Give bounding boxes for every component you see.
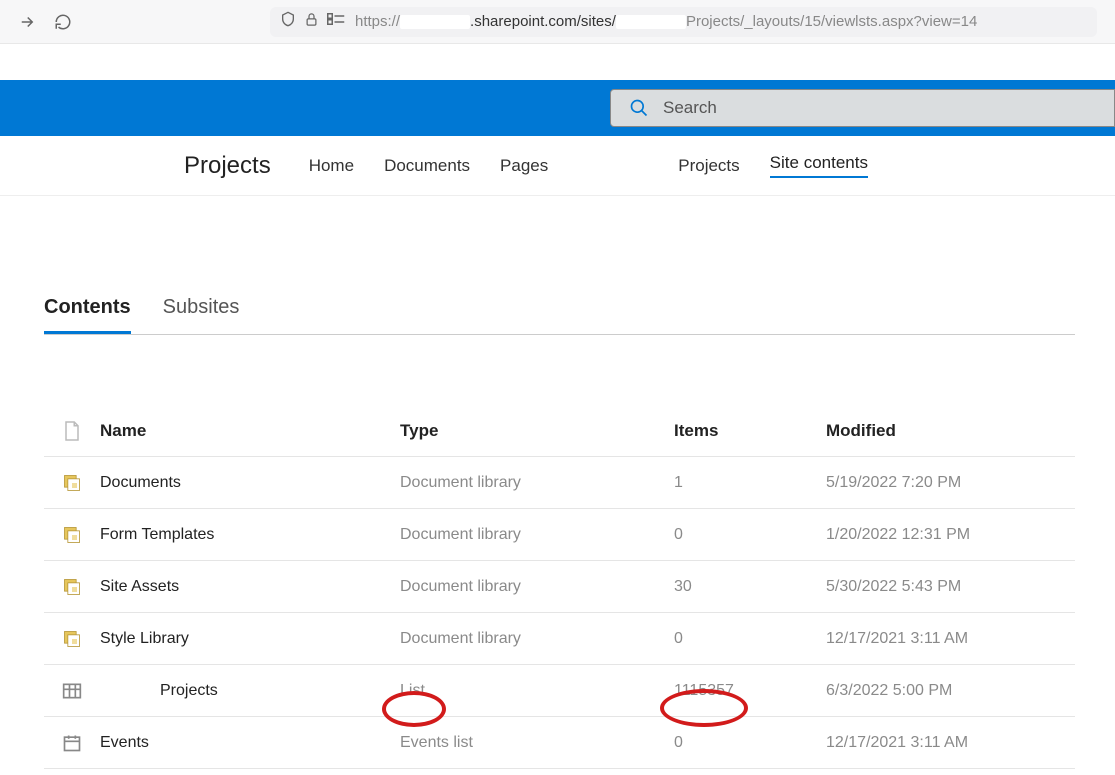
cell-modified: 6/3/2022 5:00 PM bbox=[826, 682, 1075, 700]
table-row[interactable]: ProjectsList11153576/3/2022 5:00 PM bbox=[44, 665, 1075, 717]
cell-items: 0 bbox=[674, 630, 826, 648]
cell-modified: 5/30/2022 5:43 PM bbox=[826, 578, 1075, 596]
address-bar-icons bbox=[280, 11, 345, 32]
cell-items: 1 bbox=[674, 474, 826, 492]
cell-name[interactable]: Projects bbox=[100, 682, 400, 700]
cell-type: Document library bbox=[400, 474, 674, 492]
table-header-row: Name Type Items Modified bbox=[44, 405, 1075, 457]
content-tabs: Contents Subsites bbox=[44, 296, 1075, 335]
reload-icon[interactable] bbox=[54, 13, 72, 31]
library-icon bbox=[44, 629, 100, 649]
tab-contents[interactable]: Contents bbox=[44, 296, 131, 334]
site-contents-table: Name Type Items Modified DocumentsDocume… bbox=[44, 405, 1075, 769]
cell-items: 1115357 bbox=[674, 682, 826, 700]
cell-name[interactable]: Site Assets bbox=[100, 578, 400, 596]
cell-name[interactable]: Form Templates bbox=[100, 526, 400, 544]
library-icon bbox=[44, 525, 100, 545]
cell-type: Document library bbox=[400, 578, 674, 596]
nav-home[interactable]: Home bbox=[309, 156, 354, 176]
cell-type: Document library bbox=[400, 630, 674, 648]
search-placeholder: Search bbox=[663, 98, 717, 118]
table-row[interactable]: EventsEvents list012/17/2021 3:11 AM bbox=[44, 717, 1075, 769]
file-icon bbox=[44, 420, 100, 442]
site-nav: Projects Home Documents Pages Projects S… bbox=[0, 136, 1115, 196]
content-area: Contents Subsites Name Type Items Modifi… bbox=[0, 196, 1115, 769]
col-type[interactable]: Type bbox=[400, 421, 674, 441]
library-icon bbox=[44, 473, 100, 493]
events-icon bbox=[44, 733, 100, 753]
cell-items: 0 bbox=[674, 526, 826, 544]
nav-pages[interactable]: Pages bbox=[500, 156, 548, 176]
nav-documents[interactable]: Documents bbox=[384, 156, 470, 176]
col-items[interactable]: Items bbox=[674, 421, 826, 441]
tab-subsites[interactable]: Subsites bbox=[163, 296, 240, 334]
suite-bar: Search bbox=[0, 80, 1115, 136]
cell-name[interactable]: Events bbox=[100, 734, 400, 752]
nav-site-contents[interactable]: Site contents bbox=[770, 153, 868, 178]
nav-projects[interactable]: Projects bbox=[678, 156, 739, 176]
address-bar[interactable]: https://.sharepoint.com/sites/Projects/_… bbox=[270, 7, 1097, 37]
forward-arrow-icon[interactable] bbox=[18, 13, 36, 31]
cell-type: List bbox=[400, 682, 674, 700]
browser-chrome: https://.sharepoint.com/sites/Projects/_… bbox=[0, 0, 1115, 44]
lock-icon[interactable] bbox=[304, 12, 319, 32]
cell-items: 0 bbox=[674, 734, 826, 752]
list-icon bbox=[44, 682, 100, 700]
table-row[interactable]: Form TemplatesDocument library01/20/2022… bbox=[44, 509, 1075, 561]
url-text: https://.sharepoint.com/sites/Projects/_… bbox=[355, 13, 977, 30]
table-row[interactable]: Style LibraryDocument library012/17/2021… bbox=[44, 613, 1075, 665]
table-row[interactable]: DocumentsDocument library15/19/2022 7:20… bbox=[44, 457, 1075, 509]
table-row[interactable]: Site AssetsDocument library305/30/2022 5… bbox=[44, 561, 1075, 613]
cell-items: 30 bbox=[674, 578, 826, 596]
site-title[interactable]: Projects bbox=[184, 152, 271, 180]
col-modified[interactable]: Modified bbox=[826, 421, 1075, 441]
search-icon bbox=[629, 98, 649, 118]
permissions-icon[interactable] bbox=[327, 12, 345, 31]
shield-icon[interactable] bbox=[280, 11, 296, 32]
cell-modified: 12/17/2021 3:11 AM bbox=[826, 734, 1075, 752]
cell-modified: 5/19/2022 7:20 PM bbox=[826, 474, 1075, 492]
cell-type: Document library bbox=[400, 526, 674, 544]
gap bbox=[0, 44, 1115, 80]
col-name[interactable]: Name bbox=[100, 421, 400, 441]
cell-name[interactable]: Documents bbox=[100, 474, 400, 492]
cell-modified: 1/20/2022 12:31 PM bbox=[826, 526, 1075, 544]
cell-modified: 12/17/2021 3:11 AM bbox=[826, 630, 1075, 648]
library-icon bbox=[44, 577, 100, 597]
cell-name[interactable]: Style Library bbox=[100, 630, 400, 648]
cell-type: Events list bbox=[400, 734, 674, 752]
search-box[interactable]: Search bbox=[610, 89, 1115, 127]
